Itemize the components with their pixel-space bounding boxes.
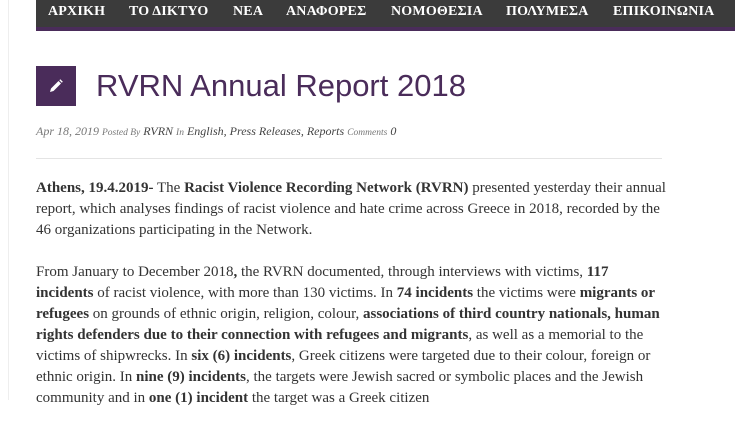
nav-item-multimedia[interactable]: ΠΟΛΥΜΕΣΑ — [506, 1, 589, 23]
post-date: Apr 18, 2019 — [36, 124, 99, 138]
author-link[interactable]: RVRN — [143, 124, 173, 138]
nav-item-home[interactable]: ΑΡΧΙΚΗ — [48, 1, 105, 23]
posted-by-label: Posted By — [102, 128, 141, 138]
text-run-bold: nine (9) incidents — [135, 369, 246, 385]
text-run: From January to December 2018 — [36, 264, 234, 280]
nav-item-news[interactable]: ΝΕΑ — [233, 1, 263, 23]
main-navigation: ΑΡΧΙΚΗ ΤΟ ΔΙΚΤΥΟ ΝΕΑ ΑΝΑΦΟΡΕΣ ΝΟΜΟΘΕΣΙΑ … — [36, 0, 735, 31]
category-link-reports[interactable]: Reports — [307, 124, 344, 138]
text-run-bold: six (6) incidents — [191, 348, 292, 364]
post-title: RVRN Annual Report 2018 — [96, 68, 466, 103]
category-link-press-releases[interactable]: Press Releases — [230, 124, 301, 138]
page-left-border — [8, 0, 9, 400]
text-run: of racist violence, with more than 130 v… — [93, 285, 397, 301]
post-header: RVRN Annual Report 2018 — [36, 66, 676, 106]
text-run: the target was a Greek citizen — [248, 390, 430, 406]
nav-item-reports[interactable]: ΑΝΑΦΟΡΕΣ — [286, 1, 366, 23]
pencil-icon — [50, 79, 63, 92]
text-run-bold: 74 incidents — [396, 285, 474, 301]
text-run-bold: one (1) incident — [148, 390, 249, 406]
network-name: Racist Violence Recording Network (RVRN) — [184, 180, 469, 196]
comments-label: Comments — [347, 128, 388, 138]
text-run: on grounds of ethnic origin, religion, c… — [89, 306, 363, 322]
text-run: the RVRN documented, through interviews … — [237, 264, 587, 280]
text-run: the victims were — [473, 285, 580, 301]
post-meta: Apr 18, 2019 Posted By RVRN In English, … — [36, 124, 397, 138]
paragraph-intro: Athens, 19.4.2019- The Racist Violence R… — [36, 178, 666, 241]
dateline: Athens, 19.4.2019- — [36, 180, 154, 196]
nav-item-network[interactable]: ΤΟ ΔΙΚΤΥΟ — [129, 1, 208, 23]
nav-item-contact[interactable]: ΕΠΙΚΟΙΝΩΝΙΑ — [613, 1, 715, 23]
paragraph-findings: From January to December 2018, the RVRN … — [36, 262, 666, 409]
comments-count-link[interactable]: 0 — [390, 124, 396, 138]
post-body: Athens, 19.4.2019- The Racist Violence R… — [36, 178, 666, 430]
text-run: The — [153, 180, 185, 196]
in-label: In — [176, 128, 184, 138]
post-format-badge — [36, 66, 76, 106]
meta-divider — [36, 158, 662, 159]
category-link-english[interactable]: English — [187, 124, 224, 138]
nav-item-legislation[interactable]: ΝΟΜΟΘΕΣΙΑ — [391, 1, 483, 23]
